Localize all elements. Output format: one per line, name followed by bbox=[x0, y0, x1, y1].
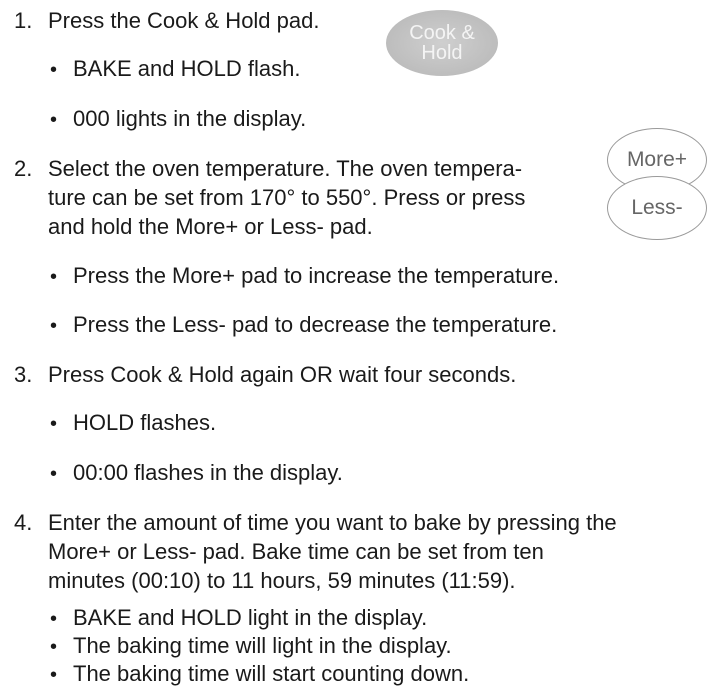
step-3-number: 3. bbox=[14, 362, 33, 387]
step-4-number: 4. bbox=[14, 510, 33, 535]
step-2-bullet-1: Press the More+ pad to increase the temp… bbox=[73, 263, 560, 288]
bullet-marker: • bbox=[50, 315, 58, 337]
step-4-bullet-3: The baking time will start counting down… bbox=[73, 661, 470, 686]
step-4-bullet-1: BAKE and HOLD light in the display. bbox=[73, 605, 428, 630]
step-4-line-2: More+ or Less- pad. Bake time can be set… bbox=[48, 539, 544, 564]
bullet-marker: • bbox=[50, 59, 58, 81]
bullet-marker: • bbox=[50, 266, 58, 288]
step-3-bullet-2: 00:00 flashes in the display. bbox=[73, 460, 343, 485]
step-2-line-2: ture can be set from 170° to 550°. Press… bbox=[48, 185, 526, 210]
cook-hold-pad: Cook & Hold bbox=[386, 10, 498, 76]
step-4-bullet-2: The baking time will light in the displa… bbox=[73, 633, 452, 658]
step-3-bullet-1: HOLD flashes. bbox=[73, 410, 217, 435]
step-1-bullet-1: BAKE and HOLD flash. bbox=[73, 56, 301, 81]
instruction-page: 1. Press the Cook & Hold pad. • BAKE and… bbox=[0, 0, 718, 686]
step-4-line-1: Enter the amount of time you want to bak… bbox=[48, 510, 617, 535]
bullet-marker: • bbox=[50, 608, 58, 630]
cook-hold-pad-line-1: Cook & bbox=[409, 22, 475, 44]
less-pad-label: Less- bbox=[631, 196, 683, 219]
less-pad: Less- bbox=[607, 176, 707, 240]
step-2-bullet-2: Press the Less- pad to decrease the temp… bbox=[73, 312, 558, 337]
step-1-line-1: Press the Cook & Hold pad. bbox=[48, 8, 320, 33]
step-1-bullet-2: 000 lights in the display. bbox=[73, 106, 307, 131]
step-3-line-1: Press Cook & Hold again OR wait four sec… bbox=[48, 362, 517, 387]
bullet-marker: • bbox=[50, 636, 58, 658]
step-2-line-1: Select the oven temperature. The oven te… bbox=[48, 156, 523, 181]
bullet-marker: • bbox=[50, 463, 58, 485]
step-1-number: 1. bbox=[14, 8, 33, 33]
cook-hold-pad-line-2: Hold bbox=[421, 42, 463, 64]
bullet-marker: • bbox=[50, 109, 58, 131]
step-2-number: 2. bbox=[14, 156, 33, 181]
step-2-line-3: and hold the More+ or Less- pad. bbox=[48, 214, 373, 239]
step-4-line-3: minutes (00:10) to 11 hours, 59 minutes … bbox=[48, 568, 516, 593]
more-pad-label: More+ bbox=[626, 148, 688, 171]
bullet-marker: • bbox=[50, 413, 58, 435]
